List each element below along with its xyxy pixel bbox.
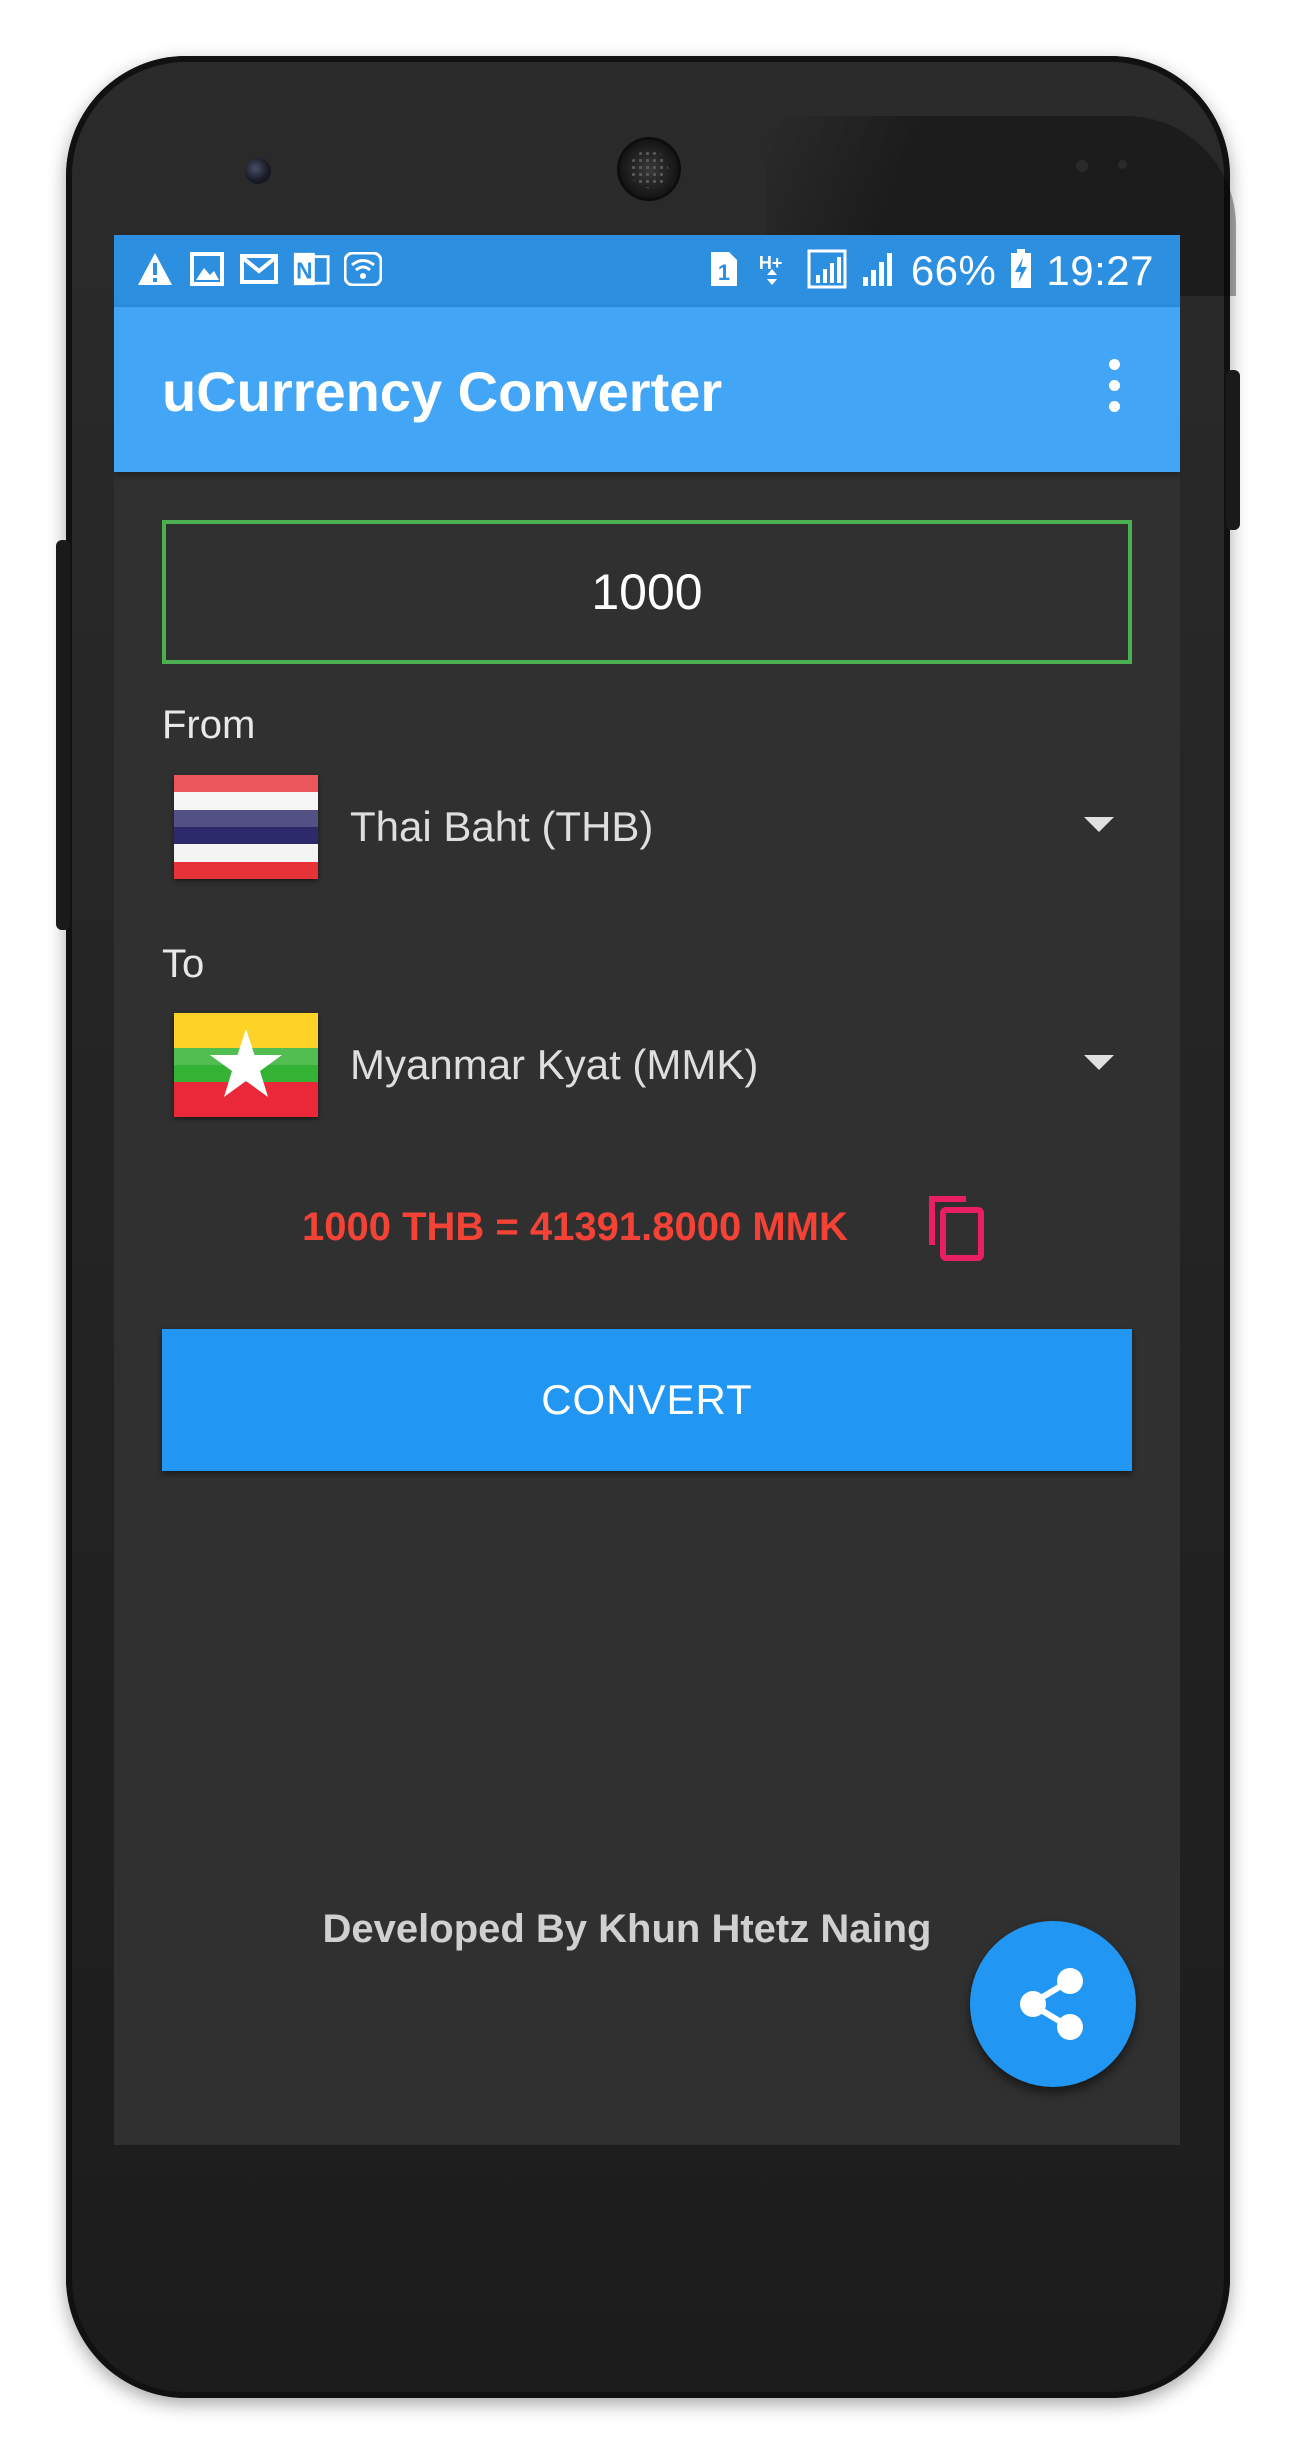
svg-text:N: N <box>296 258 312 284</box>
to-currency-name: Myanmar Kyat (MMK) <box>350 1041 759 1088</box>
screen: N 1 H+ 66% 19:27 uCurrency Converter 100… <box>114 235 1180 2145</box>
system-indicators: 1 H+ 66% 19:27 <box>709 243 1154 299</box>
from-label: From <box>162 703 256 747</box>
signal-sim2-icon <box>861 249 897 294</box>
mail-icon <box>240 249 278 289</box>
front-camera <box>245 158 271 184</box>
myanmar-flag-icon <box>174 1013 318 1117</box>
from-currency-spinner[interactable]: Thai Baht (THB) <box>174 775 1114 879</box>
light-sensor <box>1118 160 1127 169</box>
clock: 19:27 <box>1046 247 1154 294</box>
proximity-sensor <box>1076 160 1088 172</box>
battery-percentage: 66% <box>910 247 997 294</box>
from-currency-name: Thai Baht (THB) <box>350 803 654 850</box>
amount-input[interactable] <box>162 520 1132 664</box>
share-button[interactable] <box>970 1921 1136 2087</box>
copy-icon[interactable] <box>926 1193 986 1263</box>
to-label: To <box>162 942 205 986</box>
status-bar: N 1 H+ 66% 19:27 <box>114 235 1180 307</box>
battery-charging-icon <box>1010 248 1032 294</box>
chevron-down-icon <box>1084 1055 1114 1070</box>
side-button-power <box>1226 370 1240 530</box>
convert-button[interactable]: CONVERT <box>162 1329 1132 1471</box>
wifi-icon <box>344 249 382 289</box>
network-type-icon: H+ <box>753 251 793 291</box>
overflow-menu-icon[interactable] <box>1104 359 1124 415</box>
side-button-volume <box>56 540 70 930</box>
app-bar: uCurrency Converter <box>114 307 1180 472</box>
share-icon <box>1020 1968 1083 2040</box>
earpiece-speaker <box>620 140 678 198</box>
svg-text:1: 1 <box>718 260 730 285</box>
signal-sim1-icon <box>807 249 847 294</box>
onenote-icon: N <box>292 249 330 289</box>
image-icon <box>188 249 226 289</box>
to-currency-spinner[interactable]: Myanmar Kyat (MMK) <box>174 1013 1114 1117</box>
app-title: uCurrency Converter <box>162 360 723 423</box>
sim-icon: 1 <box>709 250 739 293</box>
conversion-result: 1000 THB = 41391.8000 MMK <box>302 1205 848 1249</box>
thailand-flag-icon <box>174 775 318 879</box>
chevron-down-icon <box>1084 817 1114 832</box>
notification-icons: N <box>136 249 382 289</box>
alert-icon <box>136 249 174 289</box>
